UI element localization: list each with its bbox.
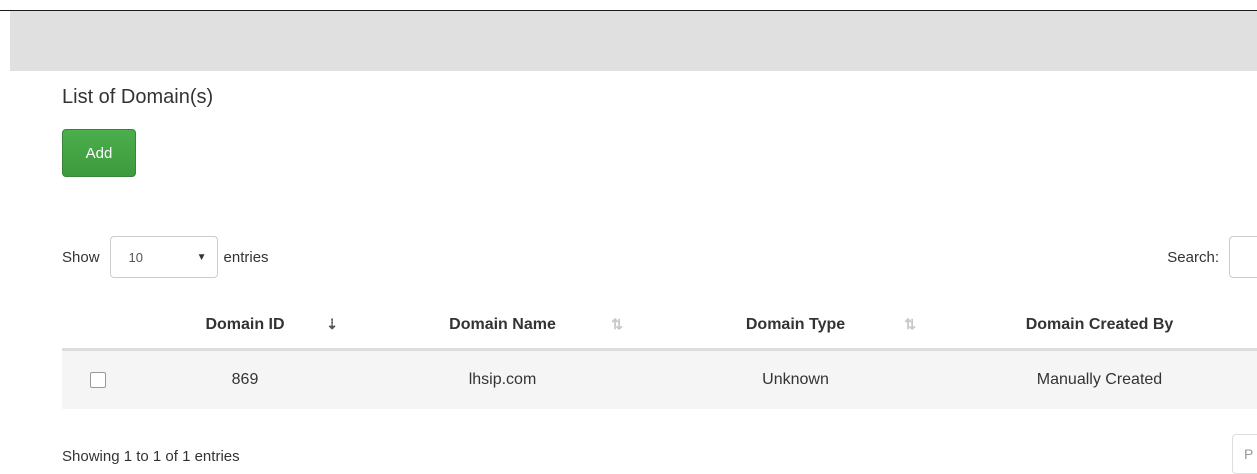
entries-per-page-select[interactable]: 10 ▼ (109, 236, 218, 278)
search-label: Search: (1167, 248, 1219, 266)
cell-domain-created-by: Manually Created (942, 349, 1257, 409)
cell-domain-id: 869 (134, 349, 356, 409)
entries-label: entries (223, 248, 269, 266)
row-checkbox[interactable] (90, 371, 106, 388)
row-select-cell (62, 349, 134, 409)
sort-both-icon: ⇅ (611, 316, 623, 332)
domains-table: Domain ID ⇣ Domain Name ⇅ Domain Type ⇅ … (62, 302, 1257, 409)
show-label: Show (62, 248, 100, 266)
sort-ascending-icon: ⇣ (326, 316, 338, 332)
page-title: List of Domain(s) (62, 86, 214, 108)
table-header-row: Domain ID ⇣ Domain Name ⇅ Domain Type ⇅ … (62, 302, 1257, 351)
sort-both-icon: ⇅ (904, 316, 916, 332)
column-header-domain-created-by[interactable]: Domain Created By (942, 302, 1257, 351)
header-band (10, 11, 1257, 71)
column-header-domain-name[interactable]: Domain Name ⇅ (356, 302, 649, 351)
table-row[interactable]: 869 lhsip.com Unknown Manually Created (62, 349, 1257, 409)
chevron-down-icon: ▼ (196, 251, 207, 263)
column-header-domain-id[interactable]: Domain ID ⇣ (134, 302, 356, 351)
pagination-first-button[interactable]: P (1232, 434, 1257, 474)
table-info: Showing 1 to 1 of 1 entries (62, 448, 240, 465)
search-control: Search: (1167, 236, 1257, 278)
search-input[interactable] (1229, 236, 1257, 278)
entries-per-page-value: 10 (128, 249, 143, 265)
entries-length-control: Show 10 ▼ entries (62, 236, 269, 278)
add-domain-button[interactable]: Add (62, 129, 136, 177)
cell-domain-name: lhsip.com (356, 349, 649, 409)
column-header-domain-type[interactable]: Domain Type ⇅ (649, 302, 942, 351)
cell-domain-type: Unknown (649, 349, 942, 409)
select-column-header (62, 302, 134, 351)
